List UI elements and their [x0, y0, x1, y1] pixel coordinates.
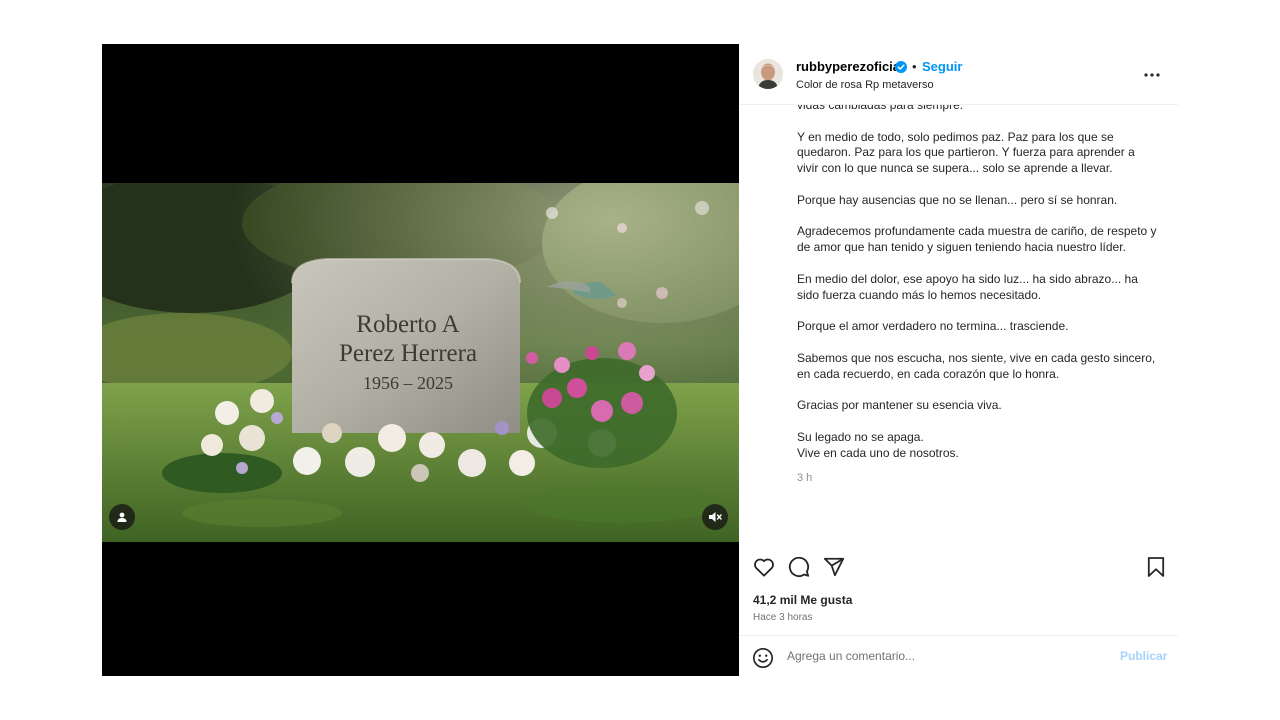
likes-count[interactable]: 41,2 mil Me gusta [753, 593, 852, 607]
tagged-users-button[interactable] [109, 504, 135, 530]
profile-photo [753, 59, 783, 89]
caption-closing-line-2: Vive en cada uno de nosotros. [797, 445, 959, 460]
muted-speaker-icon [709, 512, 722, 522]
caption-paragraph: Porque hay ausencias que no se llenan...… [797, 192, 1118, 207]
caption-paragraph: En medio del dolor, ese apoyo ha sido lu… [797, 271, 1138, 302]
verified-check-icon [895, 61, 907, 73]
bookmark-icon [1147, 557, 1165, 577]
follow-button[interactable]: Seguir [922, 59, 962, 75]
paper-plane-icon [823, 557, 845, 577]
share-button[interactable] [821, 554, 847, 580]
post-sidebar: rubbyperezoficial • Seguir Color de rosa… [739, 44, 1178, 676]
heart-icon [754, 558, 774, 577]
caption-closing: Su legado no se apaga. Vive en cada uno … [797, 430, 1157, 462]
more-options-icon [1144, 73, 1160, 77]
post-image[interactable]: Roberto A Perez Herrera 1956 – 2025 [102, 183, 739, 542]
publish-button[interactable]: Publicar [1120, 649, 1167, 663]
caption-paragraph: Porque el amor verdadero no termina... t… [797, 319, 1069, 334]
post-header: rubbyperezoficial • Seguir Color de rosa… [739, 44, 1178, 105]
caption-paragraph: Sabemos que nos escucha, nos siente, viv… [797, 350, 1156, 381]
caption-closing-line-1: Su legado no se apaga. [797, 429, 924, 444]
action-bar [739, 554, 1178, 582]
post-caption: vidas cambiadas para siempre. Y en medio… [797, 98, 1157, 487]
caption-timestamp: 3 h [797, 472, 813, 485]
avatar[interactable] [753, 59, 783, 89]
username-link[interactable]: rubbyperezoficial [796, 59, 904, 75]
post-media[interactable]: Roberto A Perez Herrera 1956 – 2025 [102, 44, 739, 676]
post-time: Hace 3 horas [753, 612, 813, 623]
user-tag-icon [117, 512, 127, 522]
caption-paragraph: Gracias por mantener su esencia viva. [797, 398, 1002, 413]
like-button[interactable] [751, 554, 777, 580]
caption-paragraph: Agradecemos profundamente cada muestra d… [797, 224, 1157, 255]
epitaph-years: 1956 – 2025 [363, 373, 453, 393]
emoji-icon [753, 648, 773, 668]
emoji-button[interactable] [752, 647, 774, 674]
caption-paragraph: Y en medio de todo, solo pedimos paz. Pa… [797, 129, 1135, 176]
audio-toggle-button[interactable] [702, 504, 728, 530]
verified-badge [895, 60, 907, 78]
separator-dot: • [912, 59, 917, 74]
audio-track-link[interactable]: Color de rosa Rp metaverso [796, 78, 934, 92]
epitaph-name-line-2: Perez Herrera [338, 340, 478, 367]
comment-bar: Publicar [739, 635, 1178, 676]
more-options-button[interactable] [1144, 64, 1160, 82]
save-button[interactable] [1143, 554, 1169, 580]
comment-button[interactable] [786, 554, 812, 580]
comment-bubble-icon [788, 556, 810, 577]
comment-input[interactable] [787, 649, 1087, 663]
tombstone-inscription: Roberto A Perez Herrera 1956 – 2025 [290, 311, 526, 396]
epitaph-name-line-1: Roberto A [356, 311, 460, 338]
